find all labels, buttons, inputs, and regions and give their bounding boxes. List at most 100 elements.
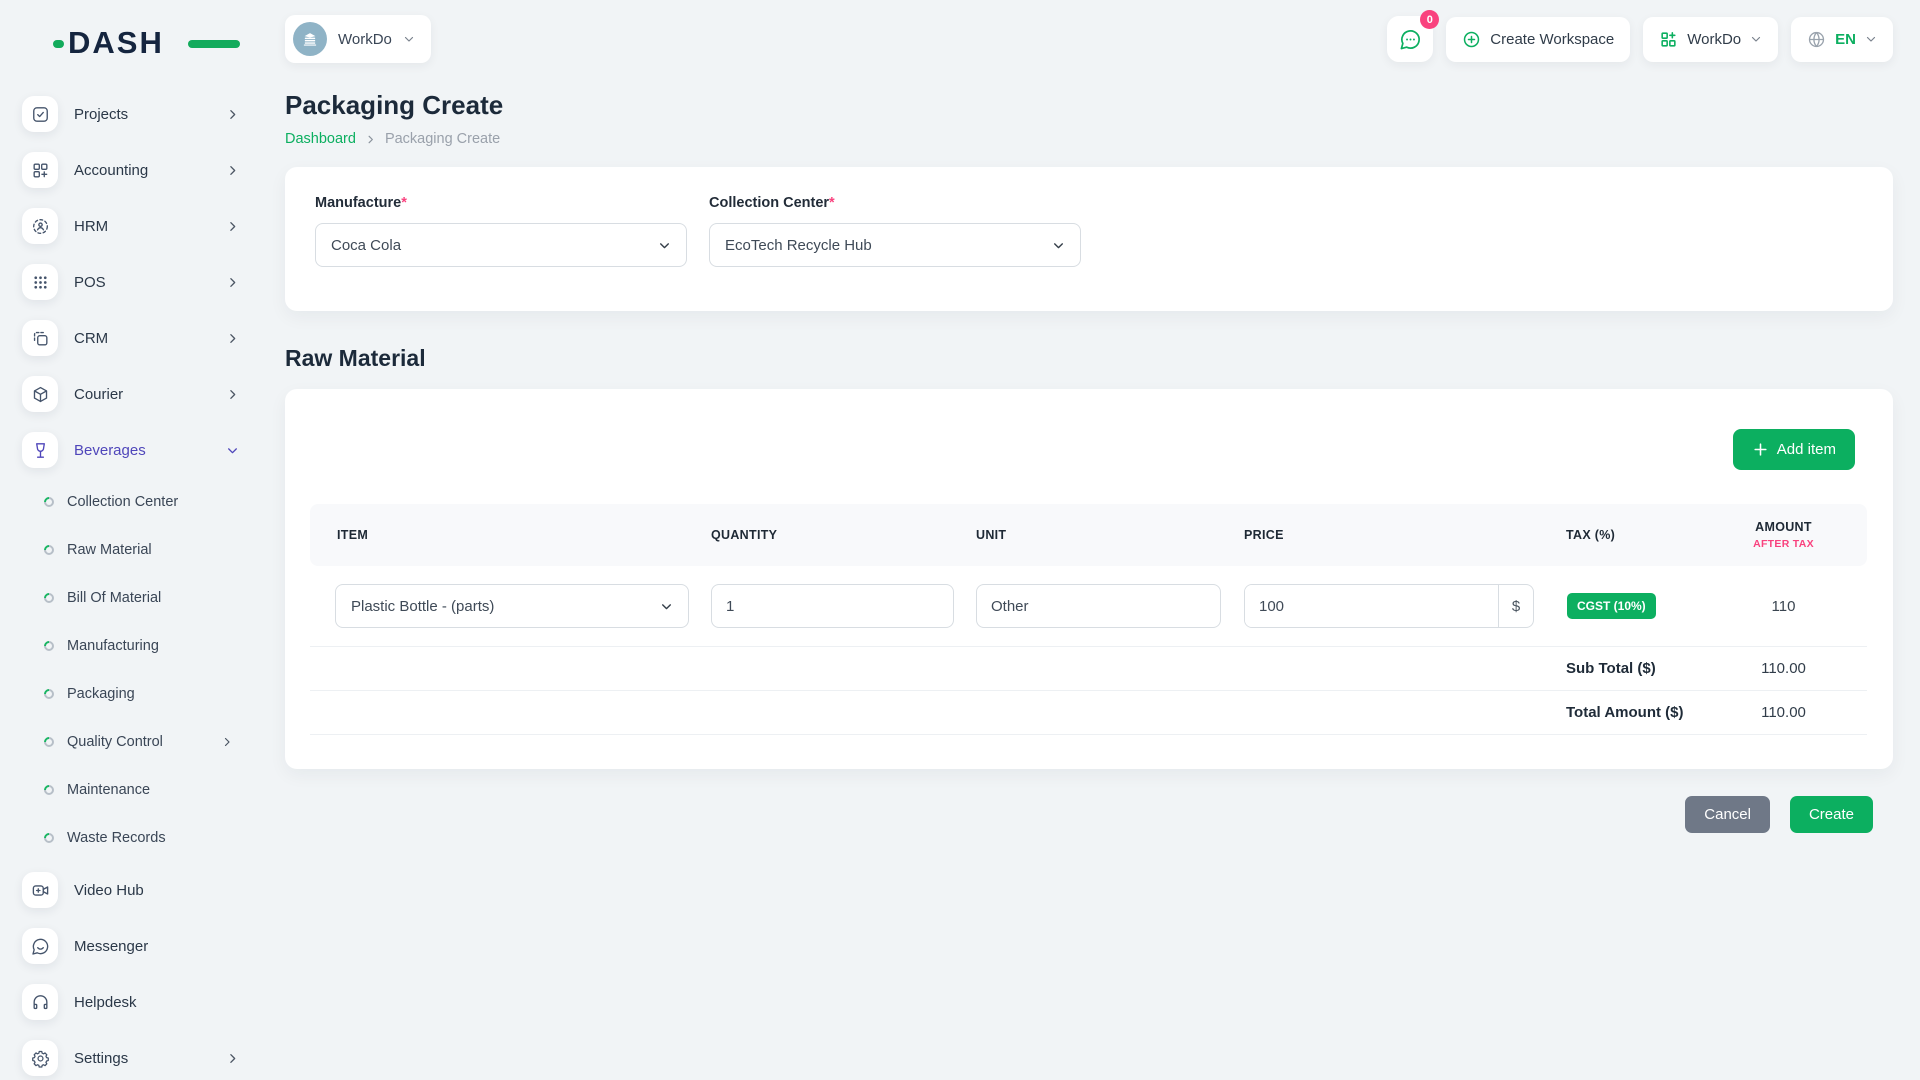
sidebar-subitem-label: Bill Of Material xyxy=(67,590,233,606)
chevron-right-icon xyxy=(226,164,239,177)
breadcrumb: Dashboard Packaging Create xyxy=(285,131,1893,147)
app-root: DASH Projects Accounting xyxy=(0,0,1920,1080)
sidebar-subitem-bill-of-material[interactable]: Bill Of Material xyxy=(22,574,265,622)
sidebar-item-hrm[interactable]: HRM xyxy=(22,198,265,254)
chevron-down-icon xyxy=(403,33,415,45)
sidebar-item-label: HRM xyxy=(74,218,226,235)
sidebar-subitem-maintenance[interactable]: Maintenance xyxy=(22,766,265,814)
chevron-right-icon xyxy=(226,388,239,401)
sidebar-subitem-packaging[interactable]: Packaging xyxy=(22,670,265,718)
chevron-down-icon xyxy=(1750,33,1762,45)
messenger-icon xyxy=(22,928,58,964)
bullet-icon xyxy=(42,735,56,749)
sidebar-subitem-waste-records[interactable]: Waste Records xyxy=(22,814,265,862)
chevron-down-icon xyxy=(226,444,239,457)
sidebar-item-messenger[interactable]: Messenger xyxy=(22,918,265,974)
quantity-input[interactable] xyxy=(711,584,954,628)
collection-center-field: Collection Center* EcoTech Recycle Hub xyxy=(709,195,1081,267)
plus-icon xyxy=(1752,441,1769,458)
sidebar-subitem-label: Raw Material xyxy=(67,542,233,558)
accounting-icon xyxy=(22,152,58,188)
bullet-icon xyxy=(42,495,56,509)
add-item-button[interactable]: Add item xyxy=(1733,429,1855,470)
create-workspace-label: Create Workspace xyxy=(1490,31,1614,48)
breadcrumb-dashboard-link[interactable]: Dashboard xyxy=(285,131,356,147)
column-header-quantity: QUANTITY xyxy=(711,528,976,542)
page-title: Packaging Create xyxy=(285,90,1893,121)
chevron-down-icon xyxy=(1052,239,1065,252)
sidebar-subitem-label: Manufacturing xyxy=(67,638,233,654)
topbar-actions: 0 Create Workspace WorkDo EN xyxy=(1387,16,1893,62)
price-input[interactable] xyxy=(1245,585,1498,627)
column-header-tax: TAX (%) xyxy=(1556,528,1700,542)
sidebar-item-label: POS xyxy=(74,274,226,291)
projects-icon xyxy=(22,96,58,132)
sidebar-subitem-collection-center[interactable]: Collection Center xyxy=(22,478,265,526)
sidebar-item-label: Beverages xyxy=(74,442,226,459)
workspace-name: WorkDo xyxy=(338,31,392,48)
packaging-form-card: Manufacture* Coca Cola Collection Center… xyxy=(285,167,1893,311)
sidebar-item-label: CRM xyxy=(74,330,226,347)
item-select[interactable]: Plastic Bottle - (parts) xyxy=(335,584,689,628)
collection-center-label: Collection Center* xyxy=(709,195,1081,211)
create-workspace-button[interactable]: Create Workspace xyxy=(1446,17,1630,62)
form-actions: Cancel Create xyxy=(285,796,1893,833)
sidebar-item-label: Video Hub xyxy=(74,882,239,899)
chevron-down-icon xyxy=(660,600,673,613)
sidebar-item-label: Helpdesk xyxy=(74,994,239,1011)
bullet-icon xyxy=(42,591,56,605)
unit-cell xyxy=(976,584,1244,628)
required-asterisk: * xyxy=(829,195,835,211)
sidebar-item-accounting[interactable]: Accounting xyxy=(22,142,265,198)
sidebar-item-projects[interactable]: Projects xyxy=(22,86,265,142)
table-row: Plastic Bottle - (parts) $ xyxy=(310,566,1867,647)
quantity-cell xyxy=(711,584,976,628)
sidebar-item-pos[interactable]: POS xyxy=(22,254,265,310)
workdo-menu-button[interactable]: WorkDo xyxy=(1643,17,1778,62)
manufacture-select[interactable]: Coca Cola xyxy=(315,223,687,267)
price-cell: $ xyxy=(1244,584,1556,628)
sidebar-item-settings[interactable]: Settings xyxy=(22,1030,265,1080)
sidebar-item-courier[interactable]: Courier xyxy=(22,366,265,422)
sidebar-nav: Projects Accounting HRM xyxy=(22,86,265,1080)
collection-center-select[interactable]: EcoTech Recycle Hub xyxy=(709,223,1081,267)
messages-button[interactable]: 0 xyxy=(1387,16,1433,62)
table-header-row: ITEM QUANTITY UNIT PRICE TAX (%) AMOUNT … xyxy=(310,504,1867,566)
total-amount-label: Total Amount ($) xyxy=(1556,704,1700,721)
sidebar-item-label: Projects xyxy=(74,106,226,123)
bullet-icon xyxy=(42,543,56,557)
sidebar-item-label: Messenger xyxy=(74,938,239,955)
beverages-icon xyxy=(22,432,58,468)
cancel-button[interactable]: Cancel xyxy=(1685,796,1770,833)
sidebar-subitem-raw-material[interactable]: Raw Material xyxy=(22,526,265,574)
unit-input[interactable] xyxy=(976,584,1221,628)
add-item-label: Add item xyxy=(1777,441,1836,458)
card-bottom-spacer xyxy=(285,735,1893,769)
item-cell: Plastic Bottle - (parts) xyxy=(310,584,711,628)
sidebar-subitem-manufacturing[interactable]: Manufacturing xyxy=(22,622,265,670)
globe-icon xyxy=(1807,30,1826,49)
sidebar-item-helpdesk[interactable]: Helpdesk xyxy=(22,974,265,1030)
sidebar-subitem-label: Packaging xyxy=(67,686,233,702)
app-logo[interactable]: DASH xyxy=(68,26,218,60)
required-asterisk: * xyxy=(401,195,407,211)
sidebar-item-crm[interactable]: CRM xyxy=(22,310,265,366)
sidebar-item-beverages[interactable]: Beverages xyxy=(22,422,265,478)
language-selector[interactable]: EN xyxy=(1791,17,1893,62)
create-button[interactable]: Create xyxy=(1790,796,1873,833)
sidebar-item-video-hub[interactable]: Video Hub xyxy=(22,862,265,918)
gear-icon xyxy=(22,1040,58,1076)
item-selected-value: Plastic Bottle - (parts) xyxy=(351,598,494,615)
notification-badge: 0 xyxy=(1420,10,1439,29)
price-input-group: $ xyxy=(1244,584,1534,628)
sub-total-value: 110.00 xyxy=(1700,660,1867,677)
chevron-right-icon xyxy=(365,134,376,145)
chevron-right-icon xyxy=(226,332,239,345)
bullet-icon xyxy=(42,639,56,653)
manufacture-field: Manufacture* Coca Cola xyxy=(315,195,687,267)
chevron-down-icon xyxy=(1865,33,1877,45)
logo-text: DASH xyxy=(68,25,164,60)
workspace-selector[interactable]: WorkDo xyxy=(285,15,431,63)
sidebar-subitem-label: Quality Control xyxy=(67,734,221,750)
sidebar-subitem-quality-control[interactable]: Quality Control xyxy=(22,718,265,766)
